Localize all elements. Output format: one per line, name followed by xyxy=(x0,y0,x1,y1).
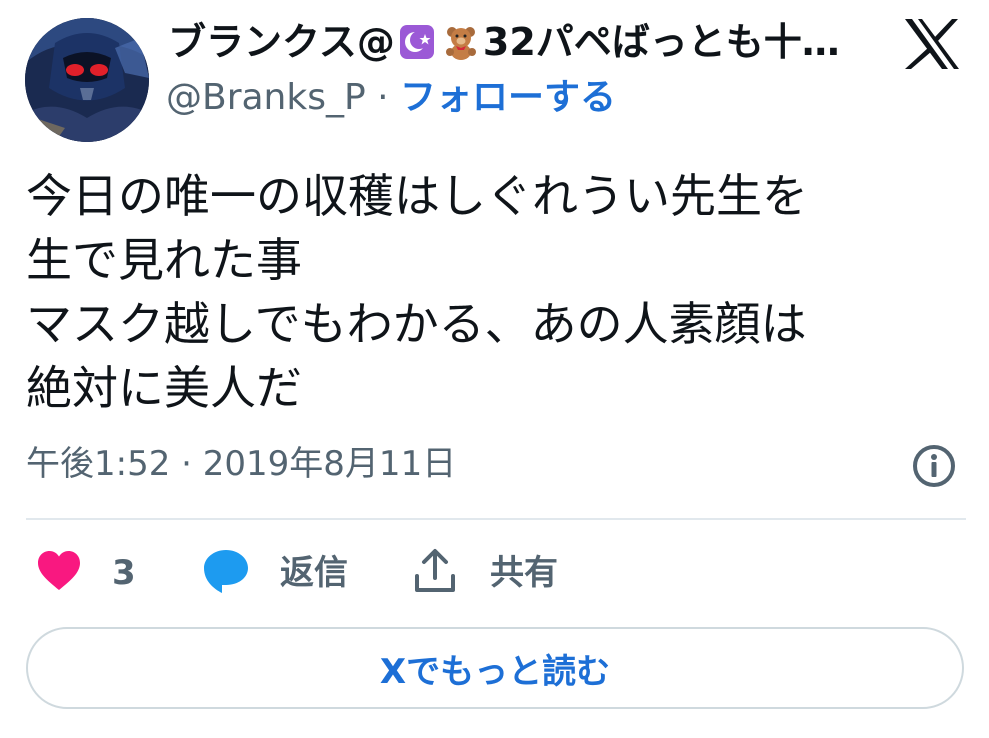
avatar[interactable] xyxy=(25,18,149,142)
share-button[interactable]: 共有 xyxy=(412,545,558,601)
x-logo-icon[interactable] xyxy=(903,18,961,70)
follow-link[interactable]: フォローする xyxy=(400,77,616,118)
share-upload-icon xyxy=(412,548,458,598)
tweet-timestamp[interactable]: 午後1:52 · 2019年8月11日 xyxy=(26,440,456,488)
speech-bubble-icon xyxy=(202,548,250,598)
user-handle[interactable]: @Branks_P xyxy=(166,77,366,118)
crescent-star-icon xyxy=(399,24,435,60)
tweet-text: 今日の唯一の収穫はしぐれうい先生を 生で見れた事 マスク越しでもわかる、あの人素… xyxy=(26,169,808,415)
reply-label: 返信 xyxy=(280,553,348,593)
reply-button[interactable]: 返信 xyxy=(202,545,348,601)
display-name-text: ブランクス@ xyxy=(168,20,395,64)
heart-icon xyxy=(36,550,82,596)
info-icon[interactable] xyxy=(910,442,958,490)
read-more-on-x-button[interactable]: Xでもっと読む xyxy=(26,627,964,709)
like-count: 3 xyxy=(112,553,136,593)
teddy-bear-icon xyxy=(443,24,479,60)
share-label: 共有 xyxy=(490,553,558,593)
like-button[interactable]: 3 xyxy=(36,545,136,601)
display-name[interactable]: ブランクス@ 32パペばっとも十… xyxy=(168,17,858,67)
handle-row: @Branks_P · フォローする xyxy=(166,74,616,122)
separator: · xyxy=(377,77,389,118)
display-name-tail: 32パペばっとも十… xyxy=(482,20,840,64)
divider xyxy=(26,518,966,520)
